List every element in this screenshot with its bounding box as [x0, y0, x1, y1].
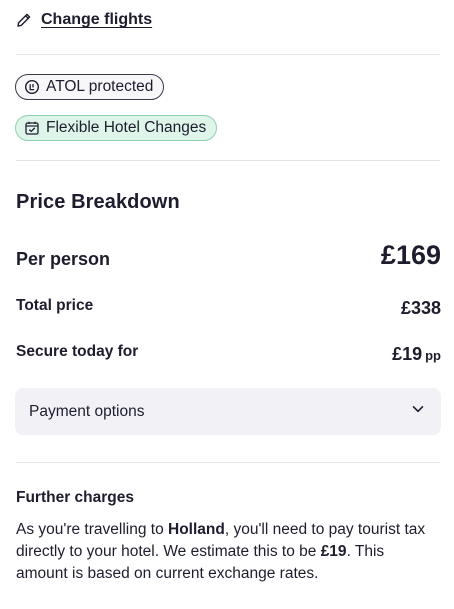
tourist-tax-amount: £19 [320, 543, 347, 560]
destination-name: Holland [168, 521, 225, 538]
pencil-icon [16, 12, 32, 28]
further-charges-text: As you're travelling to Holland, you'll … [16, 519, 436, 585]
secure-today-unit: pp [425, 348, 441, 363]
secure-today-label: Secure today for [16, 343, 139, 360]
atol-shield-icon [24, 79, 40, 95]
further-charges-title: Further charges [16, 489, 135, 506]
secure-today-amount: £19 [392, 344, 423, 364]
flex-badge-label: Flexible Hotel Changes [46, 119, 207, 136]
total-price-label: Total price [16, 297, 94, 314]
secure-today-value: £19 pp [392, 344, 441, 365]
booking-summary-panel: Change flights ATOL protected Flexible H… [0, 0, 454, 609]
total-price-value: £338 [400, 298, 441, 318]
payment-options-label: Payment options [29, 402, 145, 420]
per-person-label: Per person [16, 249, 111, 269]
further-charges-text-part: As you're travelling to [16, 521, 169, 538]
divider [16, 54, 440, 55]
change-flights-link[interactable]: Change flights [16, 11, 152, 29]
per-person-price: £169 [380, 240, 441, 270]
divider [16, 462, 440, 463]
atol-badge-label: ATOL protected [46, 78, 154, 95]
divider [16, 160, 440, 161]
payment-options-dropdown[interactable]: Payment options [15, 388, 441, 435]
atol-protected-badge: ATOL protected [15, 74, 165, 100]
flexible-hotel-changes-badge: Flexible Hotel Changes [15, 115, 218, 141]
calendar-check-icon [24, 120, 40, 136]
chevron-down-icon [411, 402, 425, 421]
price-breakdown-title: Price Breakdown [16, 191, 180, 213]
change-flights-label[interactable]: Change flights [41, 11, 152, 29]
